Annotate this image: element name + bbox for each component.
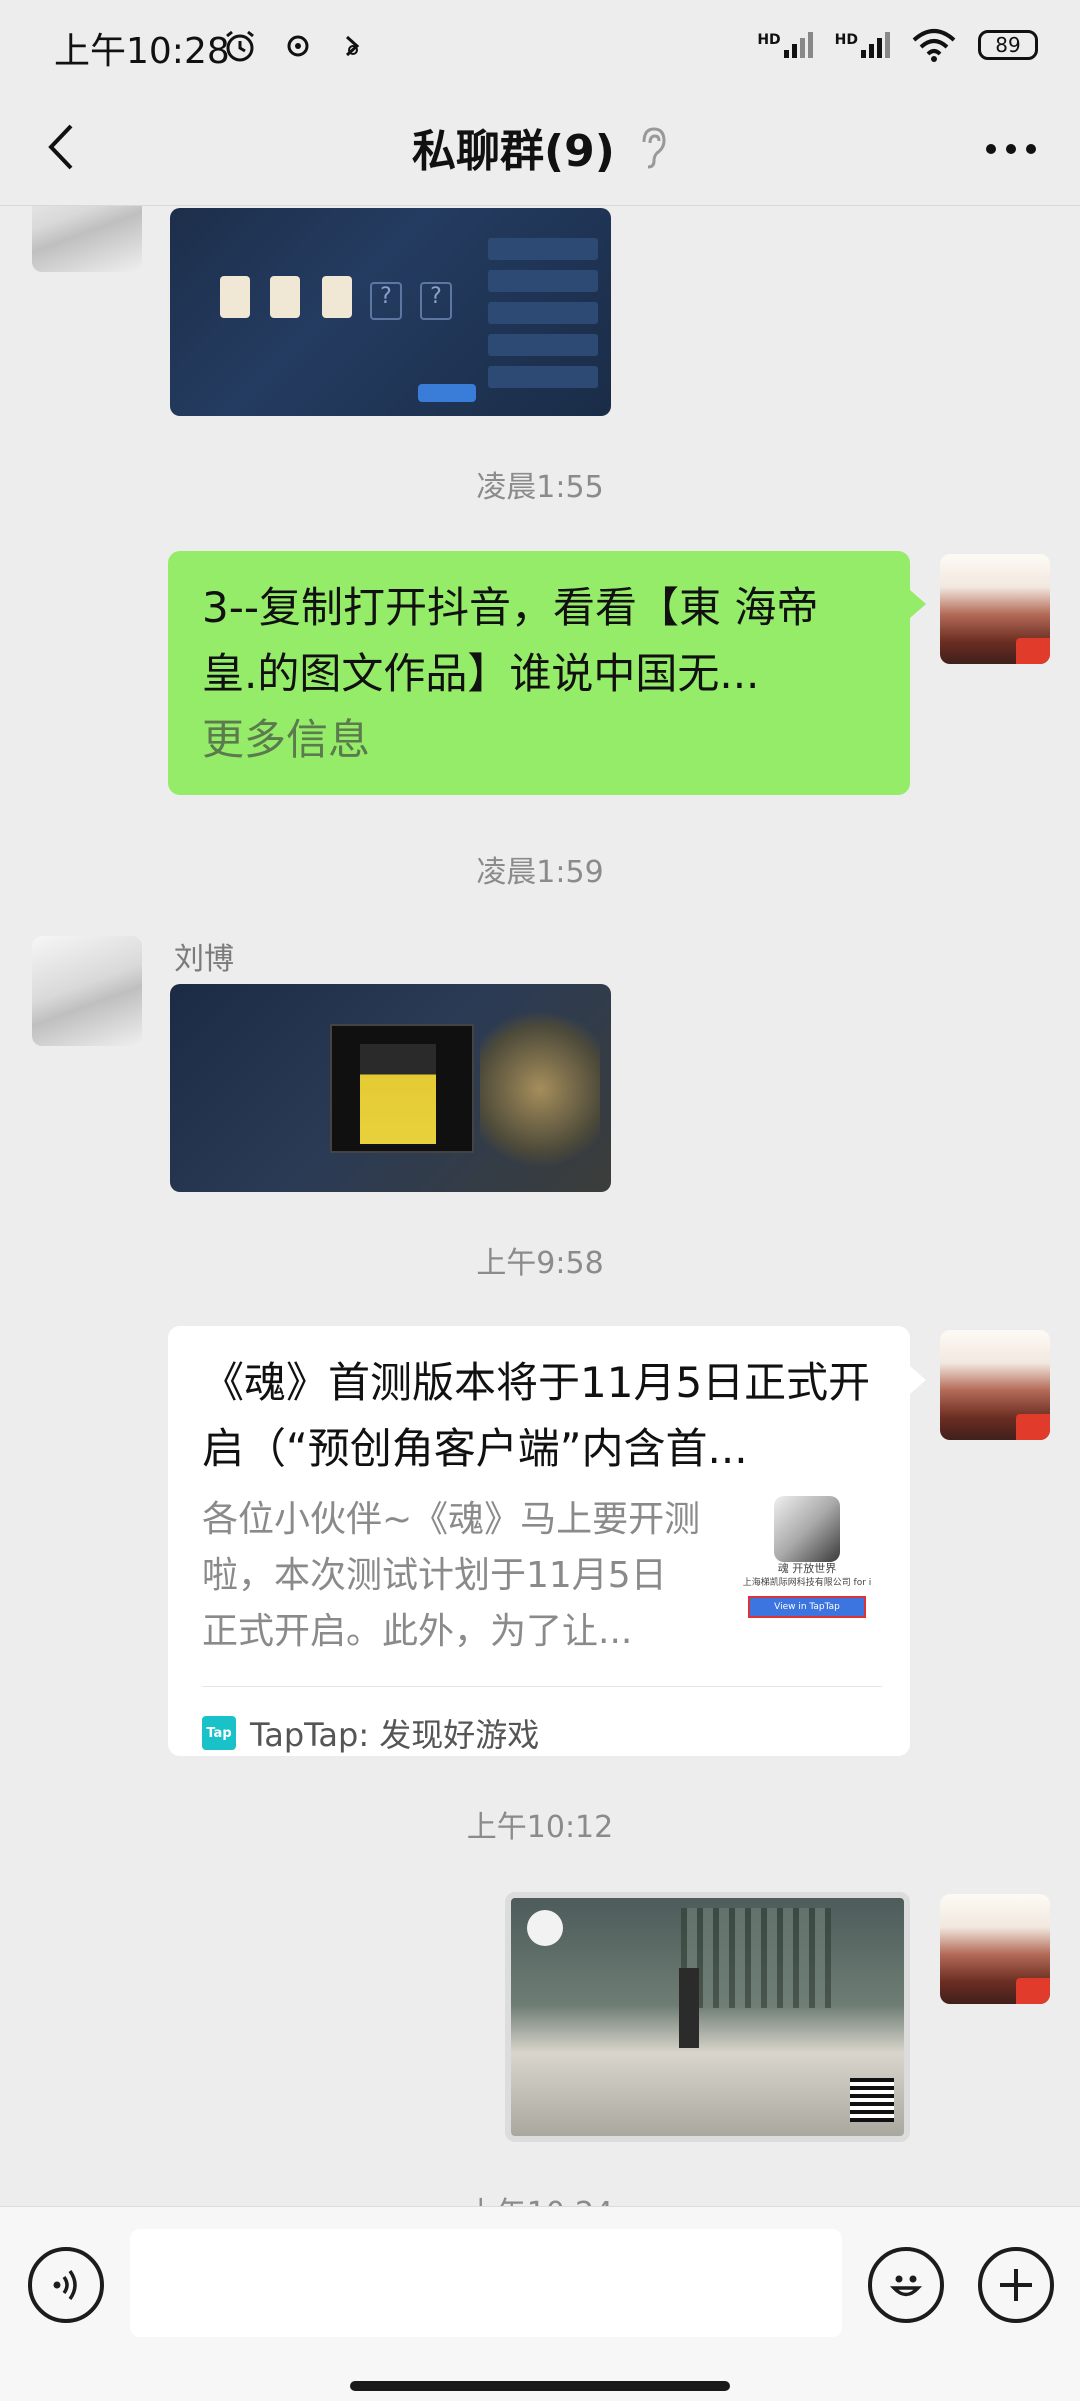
game-list-row (488, 270, 598, 292)
signal-strength-1: HD (757, 32, 813, 58)
card-source: Tap TapTap: 发现好游戏 (202, 1710, 539, 1756)
hd-label-1: HD (757, 32, 781, 48)
card-divider (202, 1686, 882, 1687)
source-label: TapTap: 发现好游戏 (250, 1716, 540, 1754)
poster-trees (681, 1908, 831, 2008)
card-description: 各位小伙伴~《魂》马上要开测啦，本次测试计划于11月5日正式开启。此外，为了让.… (202, 1499, 701, 1652)
more-dots-icon (986, 144, 1036, 154)
chat-title: 私聊群(9) (412, 126, 615, 177)
status-time: 上午10:28 (54, 31, 230, 72)
bubble-tail (910, 1366, 926, 1394)
game-start-button (418, 384, 476, 402)
flag-badge (1016, 638, 1050, 664)
home-indicator[interactable] (350, 2381, 730, 2391)
game-list-row (488, 366, 598, 388)
voice-button[interactable] (28, 2247, 104, 2323)
avatar-self[interactable] (940, 554, 1050, 664)
game-character-art (480, 1004, 600, 1174)
timestamp: 上午9:58 (476, 1246, 604, 1281)
message-text: 3--复制打开抖音，看看【東 海帝 皇.的图文作品】谁说中国无... (202, 583, 819, 698)
image-message-game-screen[interactable] (170, 984, 611, 1192)
image-message-game-poster[interactable] (505, 1892, 910, 2142)
game-empty-slot: ? (370, 282, 402, 320)
image-message-game-lobby[interactable]: ? ? (170, 208, 611, 416)
game-hero-card (220, 276, 250, 318)
card-title: 《魂》首测版本将于11月5日正式开启（“预创角客户端”内含首... (202, 1358, 871, 1473)
flag-badge (1016, 1414, 1050, 1440)
sender-name: 刘博 (174, 942, 234, 977)
avatar-self[interactable] (940, 1330, 1050, 1440)
avatar-self[interactable] (940, 1894, 1050, 2004)
avatar-liubo[interactable] (32, 936, 142, 1046)
game-list-row (488, 334, 598, 356)
wifi-icon (912, 29, 956, 62)
poster-logo (527, 1910, 563, 1946)
game-hero-card (322, 276, 352, 318)
input-bar (0, 2206, 1080, 2401)
game-hero-card (270, 276, 300, 318)
link-card[interactable]: 《魂》首测版本将于11月5日正式开启（“预创角客户端”内含首... 各位小伙伴~… (168, 1326, 910, 1756)
app-notification-icon (287, 35, 309, 57)
game-empty-slot: ? (420, 282, 452, 320)
more-button[interactable] (976, 119, 1046, 179)
video-overlay (330, 1024, 474, 1153)
flag-badge (1016, 1978, 1050, 2004)
message-input[interactable] (130, 2229, 842, 2337)
voice-icon (53, 2269, 77, 2301)
emoji-icon (890, 2275, 922, 2297)
timestamp: 上午10:24 (0, 2188, 1080, 2206)
game-list-row (488, 302, 598, 324)
plus-button[interactable] (978, 2247, 1054, 2323)
thumb-title: 魂 开放世界 (777, 1562, 837, 1575)
battery-indicator: 89 (978, 30, 1038, 60)
chat-area[interactable]: ? ? 凌晨1:55 3--复制打开抖音，看看【東 海帝 皇.的图文作品】谁说中… (0, 206, 1080, 2206)
alarm-icon (226, 30, 254, 62)
timestamp: 凌晨1:59 (476, 855, 604, 890)
thumb-publisher: 上海梯凯际网科技有限公司 for i (742, 1578, 872, 1588)
avatar-liubo[interactable] (32, 206, 142, 272)
ear-icon (642, 127, 666, 169)
status-left-icons (222, 28, 366, 64)
emoji-button[interactable] (868, 2247, 944, 2323)
poster-qrcode (850, 2078, 894, 2122)
timestamp: 凌晨1:55 (476, 470, 604, 505)
poster-character (679, 1968, 699, 2048)
card-thumbnail: 魂 开放世界 上海梯凯际网科技有限公司 for i View in TapTap (742, 1496, 872, 1646)
timestamp: 上午10:12 (466, 1810, 614, 1845)
status-bar: 上午10:28 HD HD 89 (0, 0, 1080, 95)
signal-strength-2: HD (835, 32, 890, 58)
app-notification-icon-2 (345, 35, 360, 57)
status-right: HD HD 89 (757, 28, 1038, 62)
outgoing-text-bubble[interactable]: 3--复制打开抖音，看看【東 海帝 皇.的图文作品】谁说中国无... 更多信息 (168, 551, 910, 795)
game-list-row (488, 238, 598, 260)
hd-label-2: HD (834, 32, 858, 48)
bubble-tail (910, 590, 926, 618)
person-figure (360, 1044, 436, 1144)
thumb-view-button: View in TapTap (748, 1596, 866, 1618)
more-info-link[interactable]: 更多信息 (202, 707, 876, 773)
navigation-bar: 私聊群(9) (0, 95, 1080, 206)
plus-icon (1000, 2269, 1032, 2301)
taptap-logo-icon: Tap (202, 1716, 236, 1750)
game-app-icon (774, 1496, 840, 1562)
title-wrap: 私聊群(9) (0, 115, 1080, 179)
